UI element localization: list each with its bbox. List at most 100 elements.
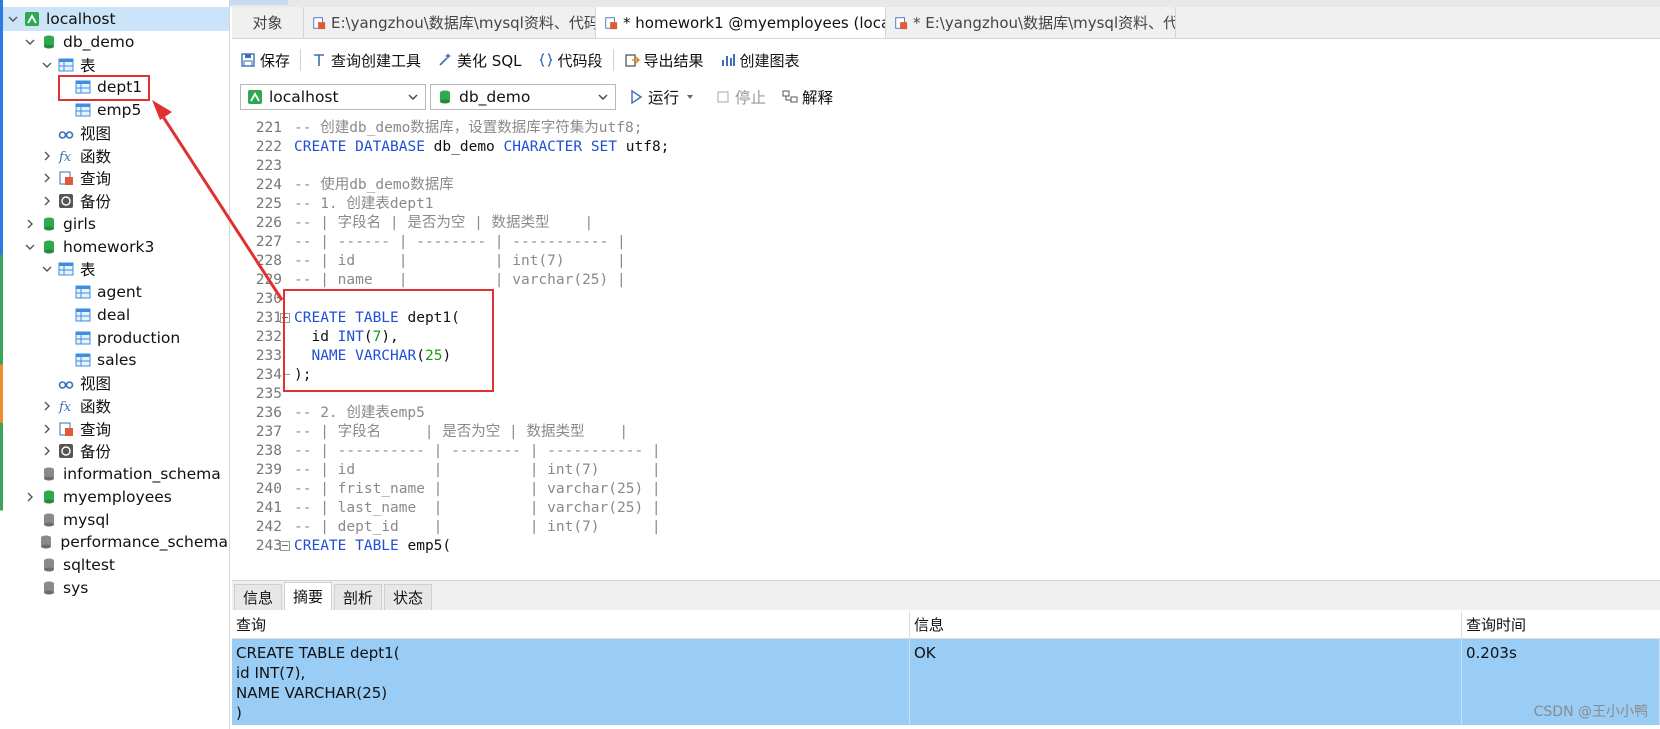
tree-item[interactable]: 备份: [0, 439, 228, 463]
chevron-right-icon[interactable]: [40, 149, 54, 163]
chevron-right-icon[interactable]: [23, 217, 37, 231]
result-tab[interactable]: 信息: [234, 584, 283, 610]
result-tab[interactable]: 摘要: [284, 582, 333, 610]
tree-item[interactable]: myemployees: [0, 485, 228, 509]
connection-tree[interactable]: localhost db_demo 表 dept1 emp5 视图 fx 函数 查询 备份 girl…: [0, 0, 230, 729]
fold-toggle-icon[interactable]: [280, 541, 290, 551]
column-header-info[interactable]: 信息: [910, 611, 1462, 639]
code-text: CREATE TABLE dept1(: [294, 308, 460, 328]
column-header-time[interactable]: 查询时间: [1462, 611, 1660, 639]
run-button[interactable]: 运行: [628, 86, 699, 108]
tree-item[interactable]: performance_schema: [0, 530, 228, 554]
export-result-button[interactable]: 导出结果: [624, 50, 704, 71]
code-line[interactable]: 240 -- | frist_name | | varchar(25) |: [232, 479, 1660, 499]
chevron-down-icon[interactable]: [40, 262, 54, 276]
code-line[interactable]: 226 -- | 字段名 | 是否为空 | 数据类型 |: [232, 213, 1660, 233]
result-tab[interactable]: 剖析: [334, 584, 383, 610]
code-line[interactable]: 241 -- | last_name | | varchar(25) |: [232, 498, 1660, 518]
editor-tab[interactable]: * E:\yangzhou\数据库\mysql资料、代...: [886, 7, 1176, 38]
chevron-right-icon[interactable]: [23, 490, 37, 504]
stop-button[interactable]: 停止: [715, 86, 766, 108]
fold-toggle-icon[interactable]: [280, 313, 290, 323]
tree-item[interactable]: localhost: [0, 7, 229, 31]
tree-item[interactable]: sales: [0, 348, 228, 372]
chevron-right-icon[interactable]: [40, 444, 54, 458]
chevron-right-icon[interactable]: [40, 171, 54, 185]
code-line[interactable]: 242 -- | dept_id | | int(7) |: [232, 517, 1660, 537]
tree-item[interactable]: 查询: [0, 166, 228, 190]
tree-item[interactable]: mysql: [0, 508, 228, 532]
chevron-right-icon[interactable]: [40, 194, 54, 208]
result-grid[interactable]: 查询 信息 查询时间 CREATE TABLE dept1( id INT(7)…: [232, 611, 1660, 729]
editor-tab[interactable]: E:\yangzhou\数据库\mysql资料、代码...: [304, 7, 596, 38]
code-line[interactable]: 227 -- | ------ | -------- | ----------- …: [232, 232, 1660, 252]
tree-item[interactable]: fx 函数: [0, 144, 228, 168]
code-line[interactable]: 235: [232, 384, 1660, 404]
code-line[interactable]: 243 CREATE TABLE emp5(: [232, 536, 1660, 556]
query-builder-button[interactable]: 查询创建工具: [311, 50, 421, 71]
chevron-right-icon[interactable]: [40, 399, 54, 413]
chevron-down-icon[interactable]: [23, 35, 37, 49]
tree-item[interactable]: girls: [0, 212, 228, 236]
beautify-sql-button[interactable]: 美化 SQL: [437, 50, 522, 71]
explain-button[interactable]: 解释: [782, 86, 833, 108]
result-tab[interactable]: 状态: [384, 584, 433, 610]
tree-item[interactable]: db_demo: [0, 30, 228, 54]
chevron-down-icon[interactable]: [40, 58, 54, 72]
code-line[interactable]: 239 -- | id | | int(7) |: [232, 460, 1660, 480]
run-dropdown-icon[interactable]: [685, 92, 695, 102]
chevron-down-icon[interactable]: [6, 12, 20, 26]
code-line[interactable]: 236 -- 2. 创建表emp5: [232, 403, 1660, 423]
result-cell-query[interactable]: CREATE TABLE dept1( id INT(7), NAME VARC…: [232, 639, 910, 725]
tree-item[interactable]: sys: [0, 576, 228, 600]
code-line[interactable]: 229 -- | name | | varchar(25) |: [232, 270, 1660, 290]
tree-item[interactable]: homework3: [0, 235, 228, 259]
tree-item[interactable]: 查询: [0, 417, 228, 441]
tree-item[interactable]: 视图: [0, 121, 228, 145]
result-cell-info[interactable]: OK: [910, 639, 1462, 725]
create-chart-button[interactable]: 创建图表: [720, 50, 800, 71]
tree-item[interactable]: deal: [0, 303, 228, 327]
tree-item[interactable]: 表: [0, 257, 228, 281]
tree-item[interactable]: dept1: [0, 75, 228, 99]
tree-item[interactable]: 视图: [0, 371, 228, 395]
code-line[interactable]: 231 CREATE TABLE dept1(: [232, 308, 1660, 328]
tree-item[interactable]: information_schema: [0, 462, 228, 486]
code-text: id INT(7),: [294, 327, 398, 347]
tree-item[interactable]: emp5: [0, 98, 228, 122]
column-header-query[interactable]: 查询: [232, 611, 910, 639]
code-line[interactable]: 221 -- 创建db_demo数据库，设置数据库字符集为utf8;: [232, 118, 1660, 138]
editor-tab[interactable]: 对象: [232, 7, 304, 38]
code-line[interactable]: 223: [232, 156, 1660, 176]
tree-item[interactable]: 表: [0, 53, 228, 77]
code-line[interactable]: 225 -- 1. 创建表dept1: [232, 194, 1660, 214]
code-line[interactable]: 237 -- | 字段名 | 是否为空 | 数据类型 |: [232, 422, 1660, 442]
code-line[interactable]: 234);: [232, 365, 1660, 385]
code-line[interactable]: 232 id INT(7),: [232, 327, 1660, 347]
stop-label: 停止: [735, 89, 767, 107]
tree-item[interactable]: agent: [0, 280, 228, 304]
tree-item[interactable]: 备份: [0, 189, 228, 213]
code-line[interactable]: 224 -- 使用db_demo数据库: [232, 175, 1660, 195]
code-line[interactable]: 238 -- | ---------- | -------- | --------…: [232, 441, 1660, 461]
code-snippet-button[interactable]: 代码段: [538, 50, 603, 71]
code-line[interactable]: 228 -- | id | | int(7) |: [232, 251, 1660, 271]
database-select[interactable]: db_demo: [430, 84, 616, 110]
tree-item[interactable]: sqltest: [0, 553, 228, 577]
chevron-down-icon[interactable]: [23, 240, 37, 254]
tree-item[interactable]: fx 函数: [0, 394, 228, 418]
editor-tab[interactable]: * homework1 @myemployees (local...: [596, 7, 886, 38]
tree-item[interactable]: production: [0, 326, 228, 350]
connection-select[interactable]: localhost: [240, 84, 426, 110]
code-token: CREATE TABLE: [294, 310, 399, 326]
watermark: CSDN @王小小鸭: [1533, 704, 1648, 720]
code-line[interactable]: 233 NAME VARCHAR(25): [232, 346, 1660, 366]
code-line[interactable]: 230: [232, 289, 1660, 309]
sql-editor[interactable]: 221 -- 创建db_demo数据库，设置数据库字符集为utf8; 222 CREA…: [232, 116, 1660, 578]
save-button[interactable]: 保存: [240, 50, 290, 71]
code-line[interactable]: 222 CREATE DATABASE db_demo CHARACTER SET…: [232, 137, 1660, 157]
chevron-right-icon[interactable]: [40, 422, 54, 436]
